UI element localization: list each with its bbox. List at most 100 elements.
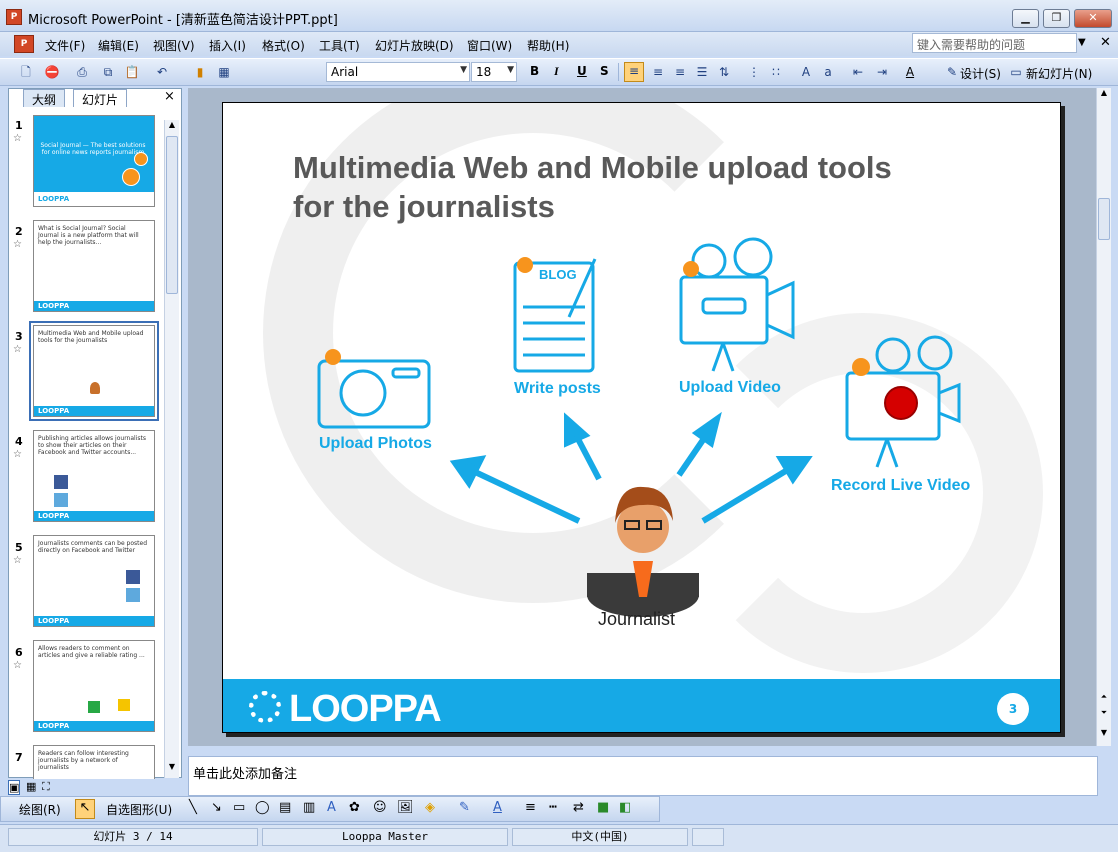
font-name-select[interactable]: Arial ▼ <box>326 62 470 82</box>
tab-slides[interactable]: 幻灯片 <box>73 89 128 107</box>
menu-edit[interactable]: 编辑(E) <box>98 37 139 54</box>
close-button[interactable]: ✕ <box>1074 9 1112 28</box>
standard-toolbar: 🗋 ⛔ ⎙ ⧉ 📋 ↶ ▮ ▦ Arial ▼ 18 ▼ B I U S ≡ ≡… <box>0 58 1118 86</box>
undo-icon[interactable]: ↶ <box>154 64 170 80</box>
scroll-down-icon[interactable]: ▼ <box>166 762 178 776</box>
design-button[interactable]: 设计(S) <box>960 65 1001 82</box>
slide-page-number: 3 <box>997 693 1029 725</box>
rectangle-icon[interactable]: ▭ <box>233 800 245 815</box>
clipart-icon[interactable]: ☺ <box>373 800 387 815</box>
arrow-style-icon[interactable]: ⇄ <box>573 800 584 815</box>
insert-table-icon[interactable]: ▦ <box>216 64 232 80</box>
line-style-icon[interactable]: ≡ <box>525 800 536 815</box>
slide-thumbnail-7[interactable]: Readers can follow interesting journalis… <box>33 745 155 779</box>
menu-tools[interactable]: 工具(T) <box>319 37 360 54</box>
slide-scrollbar[interactable]: ▲ ⏶ ⏷ ▼ <box>1096 88 1111 746</box>
text-direction-icon[interactable]: ⇅ <box>716 64 732 80</box>
menu-format[interactable]: 格式(O) <box>262 37 305 54</box>
slide-thumbnail-1[interactable]: Social Journal — The best solutions for … <box>33 115 155 207</box>
decrease-indent-icon[interactable]: ⇤ <box>850 64 866 80</box>
journalist-icon <box>90 382 100 394</box>
scrollbar-thumb[interactable] <box>166 136 178 294</box>
italic-button[interactable]: I <box>554 64 559 79</box>
align-right-icon[interactable]: ≡ <box>672 64 688 80</box>
wordart-icon[interactable]: A <box>327 800 336 815</box>
scroll-down-icon[interactable]: ▼ <box>1098 728 1110 742</box>
numbering-icon[interactable]: ⋮ <box>746 64 762 80</box>
font-size-select[interactable]: 18 ▼ <box>471 62 517 82</box>
help-dropdown-icon[interactable]: ▼ <box>1078 37 1086 48</box>
slideshow-icon[interactable]: ⛶ <box>42 780 50 794</box>
close-panel-icon[interactable]: × <box>164 89 175 104</box>
draw-menu-button[interactable]: 绘图(R) <box>19 801 61 818</box>
line-icon[interactable]: ╲ <box>189 800 197 815</box>
copy-icon[interactable]: ⧉ <box>100 64 116 80</box>
permission-icon[interactable]: ⛔ <box>44 64 60 80</box>
oval-icon[interactable]: ◯ <box>255 800 270 815</box>
scroll-up-icon[interactable]: ▲ <box>166 120 178 134</box>
journalist-label: Journalist <box>598 609 676 629</box>
bullets-icon[interactable]: ∷ <box>768 64 784 80</box>
textbox-icon[interactable]: ▤ <box>279 800 291 815</box>
slide-thumbnail-3[interactable]: Multimedia Web and Mobile upload tools f… <box>29 321 159 421</box>
powerpoint-app-icon[interactable]: P <box>6 9 22 25</box>
menu-window[interactable]: 窗口(W) <box>467 37 512 54</box>
select-objects-icon[interactable]: ↖ <box>75 799 95 819</box>
fill-color-icon[interactable]: ◈ <box>425 800 435 815</box>
next-slide-icon[interactable]: ⏷ <box>1098 708 1110 720</box>
shadow-button[interactable]: S <box>600 64 609 78</box>
menu-help[interactable]: 帮助(H) <box>527 37 569 54</box>
increase-indent-icon[interactable]: ⇥ <box>874 64 890 80</box>
document-icon[interactable]: P <box>14 35 34 53</box>
menu-insert[interactable]: 插入(I) <box>209 37 246 54</box>
align-left-icon[interactable]: ≡ <box>624 62 644 82</box>
bold-button[interactable]: B <box>530 64 539 78</box>
paste-icon[interactable]: 📋 <box>124 64 140 80</box>
previous-slide-icon[interactable]: ⏶ <box>1098 692 1110 704</box>
minimize-button[interactable]: ▁ <box>1012 9 1039 28</box>
close-document-icon[interactable]: ✕ <box>1100 35 1111 50</box>
notes-pane[interactable]: 单击此处添加备注 <box>188 756 1098 796</box>
font-color-icon[interactable]: A <box>493 800 502 815</box>
menu-file[interactable]: 文件(F) <box>45 37 85 54</box>
shadow-style-icon[interactable]: ■ <box>597 800 609 815</box>
decrease-font-icon[interactable]: a <box>820 64 836 80</box>
autoshapes-button[interactable]: 自选图形(U) <box>106 801 172 818</box>
restore-button[interactable]: ❐ <box>1043 9 1070 28</box>
scrollbar-thumb[interactable] <box>1098 198 1110 240</box>
slide-number: 2 <box>15 225 23 238</box>
vertical-textbox-icon[interactable]: ▥ <box>303 800 315 815</box>
tab-outline[interactable]: 大纲 <box>23 89 66 107</box>
slides-panel-scrollbar[interactable]: ▲ ▼ <box>164 120 179 778</box>
3d-style-icon[interactable]: ◧ <box>619 800 631 815</box>
menu-slideshow[interactable]: 幻灯片放映(D) <box>375 37 454 54</box>
facebook-icon <box>126 570 140 584</box>
font-color-icon[interactable]: A <box>902 64 918 80</box>
new-document-icon[interactable]: 🗋 <box>18 64 34 80</box>
line-color-icon[interactable]: ✎ <box>459 800 470 815</box>
increase-font-icon[interactable]: A <box>798 64 814 80</box>
slide-sorter-icon[interactable]: ▦ <box>26 780 36 793</box>
help-search-input[interactable]: 键入需要帮助的问题 <box>912 33 1077 53</box>
view-buttons: ▣ ▦ ⛶ <box>8 780 68 795</box>
underline-button[interactable]: U <box>577 64 587 78</box>
picture-icon[interactable]: 🖼 <box>397 800 414 815</box>
diagram-icon[interactable]: ✿ <box>349 800 360 815</box>
normal-view-icon[interactable]: ▣ <box>8 780 21 795</box>
drawing-toolbar: 绘图(R) ↖ 自选图形(U) ╲ ↘ ▭ ◯ ▤ ▥ A ✿ ☺ 🖼 ◈ ✎ … <box>0 796 660 822</box>
arrow-icon[interactable]: ↘ <box>211 800 222 815</box>
slide-thumbnail-6[interactable]: Allows readers to comment on articles an… <box>33 640 155 732</box>
insert-chart-icon[interactable]: ▮ <box>192 64 208 80</box>
slide-canvas[interactable]: Multimedia Web and Mobile upload tools f… <box>222 102 1061 733</box>
slide-thumbnail-5[interactable]: Journalists comments can be posted direc… <box>33 535 155 627</box>
dash-style-icon[interactable]: ┅ <box>549 800 557 815</box>
scroll-up-icon[interactable]: ▲ <box>1098 88 1110 102</box>
slide-thumbnail-4[interactable]: Publishing articles allows journalists t… <box>33 430 155 522</box>
chevron-down-icon: ▼ <box>507 65 514 75</box>
menu-view[interactable]: 视图(V) <box>153 37 195 54</box>
distribute-icon[interactable]: ☰ <box>694 64 710 80</box>
slide-thumbnail-2[interactable]: What is Social Journal? Social Journal i… <box>33 220 155 312</box>
print-icon[interactable]: ⎙ <box>74 64 90 80</box>
new-slide-button[interactable]: 新幻灯片(N) <box>1026 65 1092 82</box>
align-center-icon[interactable]: ≡ <box>650 64 666 80</box>
